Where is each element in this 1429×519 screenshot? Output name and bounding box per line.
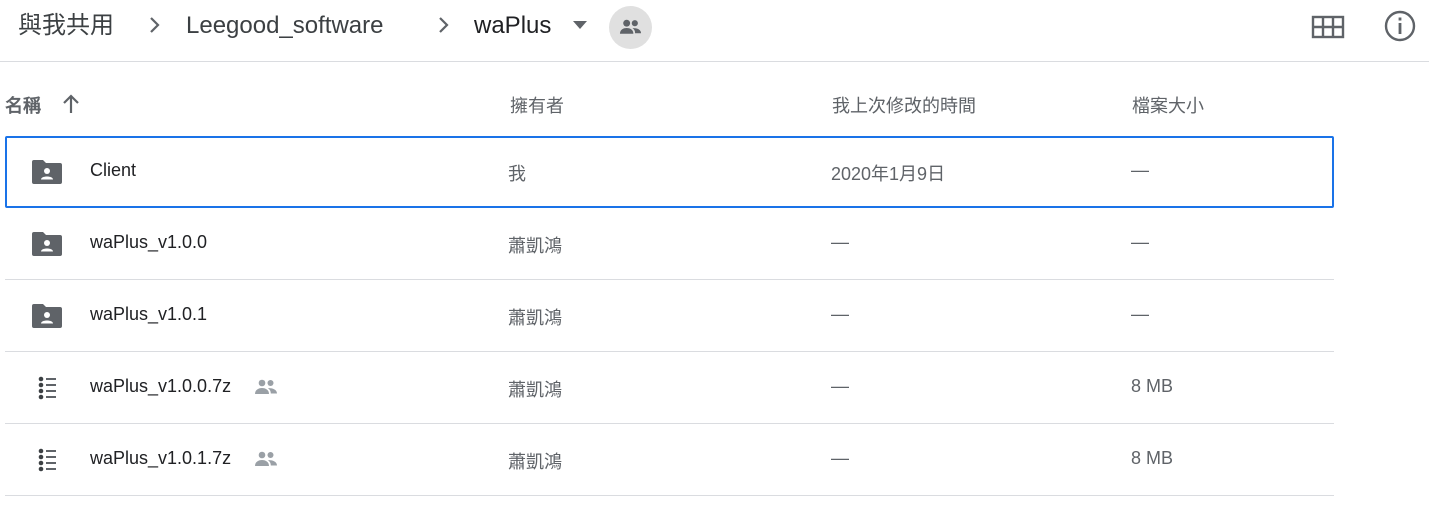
file-size: — xyxy=(1131,160,1149,180)
shared-people-icon xyxy=(255,379,277,394)
file-row[interactable]: waPlus_v1.0.0.7z 蕭凱鴻 — 8 MB xyxy=(5,352,1334,424)
dropdown-arrow-icon[interactable] xyxy=(571,19,589,31)
file-owner: 蕭凱鴻 xyxy=(508,452,562,472)
breadcrumb-current-folder[interactable]: waPlus xyxy=(474,9,551,43)
file-size: — xyxy=(1131,304,1149,324)
archive-file-icon xyxy=(38,448,56,472)
file-modified: — xyxy=(831,232,849,252)
file-owner: 蕭凱鴻 xyxy=(508,236,562,256)
arrow-up-sort-icon[interactable] xyxy=(61,93,81,115)
file-name: waPlus_v1.0.1.7z xyxy=(90,448,232,468)
column-header-owner[interactable]: 擁有者 xyxy=(510,92,564,118)
file-name: Client xyxy=(90,160,137,180)
file-owner: 我 xyxy=(508,164,526,184)
file-name: waPlus_v1.0.1 xyxy=(90,304,208,324)
file-row[interactable]: waPlus_v1.0.1.7z 蕭凱鴻 — 8 MB xyxy=(5,424,1334,496)
file-row[interactable]: waPlus_v1.0.1 蕭凱鴻 — — xyxy=(5,280,1334,352)
shared-people-button[interactable] xyxy=(609,6,652,49)
grid-view-icon[interactable] xyxy=(1311,12,1345,42)
shared-people-icon xyxy=(255,451,277,466)
file-owner: 蕭凱鴻 xyxy=(508,308,562,328)
file-size: — xyxy=(1131,232,1149,252)
info-icon[interactable] xyxy=(1383,9,1417,43)
file-row[interactable]: waPlus_v1.0.0 蕭凱鴻 — — xyxy=(5,208,1334,280)
file-row[interactable]: Client 我 2020年1月9日 — xyxy=(5,136,1334,208)
file-modified: — xyxy=(831,376,849,396)
column-header-file-size[interactable]: 檔案大小 xyxy=(1132,92,1204,118)
file-modified: — xyxy=(831,304,849,324)
archive-file-icon xyxy=(38,376,56,400)
file-size: 8 MB xyxy=(1131,376,1174,396)
breadcrumb-leegood-software[interactable]: Leegood_software xyxy=(186,9,383,43)
file-size: 8 MB xyxy=(1131,448,1174,468)
file-modified: — xyxy=(831,448,849,468)
shared-folder-icon xyxy=(32,160,62,184)
file-name: waPlus_v1.0.0.7z xyxy=(90,376,232,396)
chevron-right-icon xyxy=(439,17,449,33)
file-name: waPlus_v1.0.0 xyxy=(90,232,208,252)
shared-folder-icon xyxy=(32,232,62,256)
shared-folder-icon xyxy=(32,304,62,328)
breadcrumb-shared-with-me[interactable]: 與我共用 xyxy=(18,9,114,43)
column-header-last-modified[interactable]: 我上次修改的時間 xyxy=(832,92,976,118)
people-icon xyxy=(619,19,642,34)
chevron-right-icon xyxy=(150,17,160,33)
file-modified: 2020年1月9日 xyxy=(831,164,946,184)
column-header-name[interactable]: 名稱 xyxy=(5,92,41,118)
file-owner: 蕭凱鴻 xyxy=(508,380,562,400)
breadcrumb-bar: 與我共用 Leegood_software waPlus xyxy=(0,0,1429,62)
